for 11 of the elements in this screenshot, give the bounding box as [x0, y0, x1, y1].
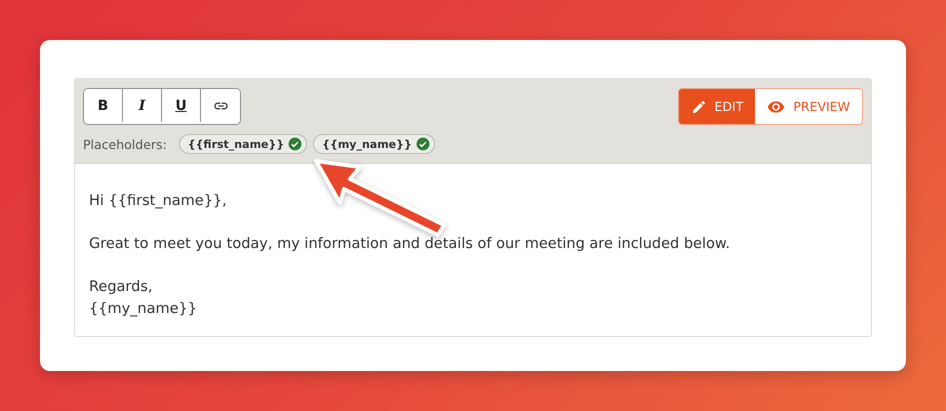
bold-button[interactable]: B: [84, 89, 123, 122]
preview-mode-button[interactable]: PREVIEW: [755, 89, 862, 124]
placeholder-chip[interactable]: {{my_name}}: [313, 134, 435, 154]
pencil-icon: [690, 98, 707, 114]
placeholder-chip[interactable]: {{first_name}}: [178, 134, 308, 154]
message-text: Regards,: [89, 278, 154, 297]
message-text: Hi {{first_name}},: [89, 192, 228, 211]
message-text: Great to meet you today, my information and details of our meeting are included below.: [89, 235, 731, 254]
placeholders-label: Placeholders:: [83, 136, 167, 152]
edit-mode-button[interactable]: EDIT: [678, 89, 756, 124]
message-text: {{my_name}}: [89, 300, 198, 319]
